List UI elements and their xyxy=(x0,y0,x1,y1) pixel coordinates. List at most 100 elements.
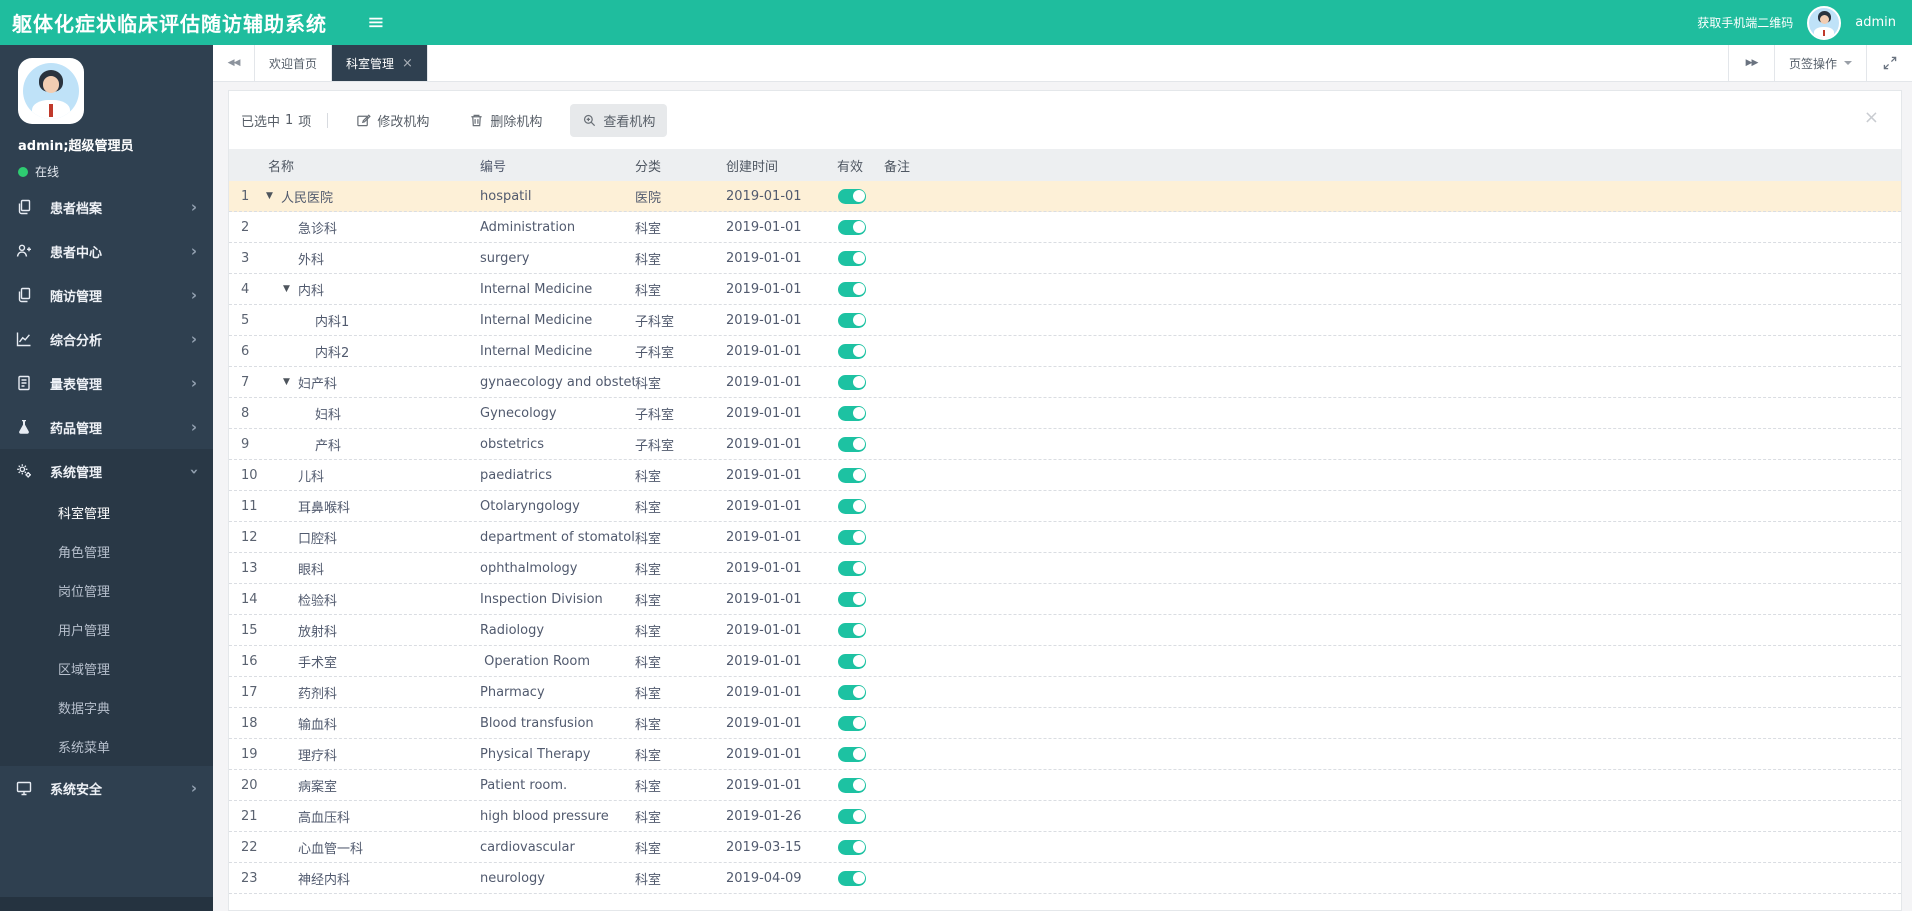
enabled-cell xyxy=(833,746,884,762)
department-name: 病案室 xyxy=(298,779,338,795)
selection-info: 已选中 1 项 xyxy=(241,111,311,130)
enabled-toggle[interactable] xyxy=(838,405,866,421)
close-tab-icon[interactable]: × xyxy=(402,57,413,70)
tab-welcome-home[interactable]: 欢迎首页 xyxy=(255,45,333,81)
department-code: Blood transfusion xyxy=(480,715,594,731)
table-row[interactable]: 13 眼科 ophthalmology 科室 2019-01-01 xyxy=(229,553,1901,584)
modify-org-button[interactable]: 修改机构 xyxy=(344,104,441,137)
tree-collapse-icon[interactable]: ▼ xyxy=(266,191,281,201)
table-row[interactable]: 5 内科1 Internal Medicine 子科室 2019-01-01 xyxy=(229,305,1901,336)
sidebar-item-region-management[interactable]: 区域管理 xyxy=(0,649,213,688)
sidebar-item-user-management[interactable]: 用户管理 xyxy=(0,610,213,649)
close-icon[interactable]: × xyxy=(1864,109,1879,127)
table-row[interactable]: 23 神经内科 neurology 科室 2019-04-09 xyxy=(229,863,1901,894)
enabled-toggle[interactable] xyxy=(838,622,866,638)
enabled-toggle[interactable] xyxy=(838,374,866,390)
row-number: 13 xyxy=(241,560,258,576)
enabled-toggle[interactable] xyxy=(838,498,866,514)
scroll-tabs-right-button[interactable]: ▶▶ xyxy=(1727,45,1774,81)
enabled-toggle[interactable] xyxy=(838,529,866,545)
sidebar-group-patient-files: 患者档案 › xyxy=(0,185,213,229)
scroll-tabs-left-button[interactable]: ◀◀ xyxy=(213,45,255,81)
table-header: 名称 编号 分类 创建时间 有效 备注 xyxy=(229,149,1901,181)
sidebar-item-comprehensive-analysis[interactable]: 综合分析 › xyxy=(0,317,213,361)
view-org-button[interactable]: 查看机构 xyxy=(570,103,668,137)
department-code: hospatil xyxy=(480,188,532,204)
sidebar-item-data-dictionary[interactable]: 数据字典 xyxy=(0,688,213,727)
tab-operations-dropdown[interactable]: 页签操作 xyxy=(1773,45,1866,81)
table-row[interactable]: 2 急诊科 Administration 科室 2019-01-01 xyxy=(229,212,1901,243)
table-row[interactable]: 7▼妇产科gynaecology and obstetrics科室2019-01… xyxy=(229,367,1901,398)
tab-department-management[interactable]: 科室管理 × xyxy=(332,45,428,81)
row-number: 1 xyxy=(241,188,250,204)
table-row[interactable]: 18 输血科 Blood transfusion 科室 2019-01-01 xyxy=(229,708,1901,739)
table-row[interactable]: 3 外科 surgery 科室 2019-01-01 xyxy=(229,243,1901,274)
enabled-toggle[interactable] xyxy=(838,653,866,669)
enabled-toggle[interactable] xyxy=(838,591,866,607)
sidebar-item-scale-management[interactable]: 量表管理 › xyxy=(0,361,213,405)
table-row[interactable]: 1 ▼ 人民医院 hospatil 医院 2019-01-01 xyxy=(229,181,1901,212)
table-row[interactable]: 15 放射科 Radiology 科室 2019-01-01 xyxy=(229,615,1901,646)
enabled-cell xyxy=(833,250,884,266)
get-qr-code-link[interactable]: 获取手机端二维码 xyxy=(1697,14,1793,31)
table-row[interactable]: 20 病案室 Patient room. 科室 2019-01-01 xyxy=(229,770,1901,801)
sidebar-toggle-icon[interactable]: ≡ xyxy=(367,12,385,33)
sidebar-item-drug-management[interactable]: 药品管理 › xyxy=(0,405,213,449)
department-name: 外科 xyxy=(298,252,325,268)
enabled-cell xyxy=(833,653,884,669)
delete-org-button[interactable]: 删除机构 xyxy=(457,104,554,137)
tree-collapse-icon[interactable]: ▼ xyxy=(283,284,298,294)
table-row[interactable]: 9 产科 obstetrics 子科室 2019-01-01 xyxy=(229,429,1901,460)
table-row[interactable]: 8 妇科 Gynecology 子科室 2019-01-01 xyxy=(229,398,1901,429)
sidebar-item-patient-files[interactable]: 患者档案 › xyxy=(0,185,213,229)
sidebar-item-label: 患者档案 xyxy=(50,201,103,217)
name-cell: 妇科 xyxy=(266,404,480,423)
table-row[interactable]: 4 ▼ 内科 Internal Medicine 科室 2019-01-01 xyxy=(229,274,1901,305)
enabled-toggle[interactable] xyxy=(838,715,866,731)
sidebar-item-post-management[interactable]: 岗位管理 xyxy=(0,571,213,610)
table-row[interactable]: 22 心血管一科 cardiovascular 科室 2019-03-15 xyxy=(229,832,1901,863)
enabled-toggle[interactable] xyxy=(838,684,866,700)
enabled-toggle[interactable] xyxy=(838,560,866,576)
user-avatar[interactable] xyxy=(1807,5,1842,40)
table-row[interactable]: 19 理疗科 Physical Therapy 科室 2019-01-01 xyxy=(229,739,1901,770)
enabled-toggle[interactable] xyxy=(838,250,866,266)
enabled-toggle[interactable] xyxy=(838,870,866,886)
enabled-toggle[interactable] xyxy=(838,312,866,328)
enabled-toggle[interactable] xyxy=(838,467,866,483)
sidebar-item-followup-management[interactable]: 随访管理 › xyxy=(0,273,213,317)
name-cell: 高血压科 xyxy=(266,807,480,826)
sidebar-item-patient-center[interactable]: 患者中心 › xyxy=(0,229,213,273)
table-row[interactable]: 17 药剂科 Pharmacy 科室 2019-01-01 xyxy=(229,677,1901,708)
sidebar-item-label: 患者中心 xyxy=(50,245,103,261)
enabled-toggle[interactable] xyxy=(838,746,866,762)
enabled-toggle[interactable] xyxy=(838,839,866,855)
table-row[interactable]: 10 儿科 paediatrics 科室 2019-01-01 xyxy=(229,460,1901,491)
tree-collapse-icon[interactable]: ▼ xyxy=(283,377,298,387)
row-number: 14 xyxy=(241,591,258,607)
sidebar-item-system-management[interactable]: 系统管理 › xyxy=(0,449,213,493)
table-row[interactable]: 11 耳鼻喉科 Otolaryngology 科室 2019-01-01 xyxy=(229,491,1901,522)
table-row[interactable]: 6 内科2 Internal Medicine 子科室 2019-01-01 xyxy=(229,336,1901,367)
table-row[interactable]: 21 高血压科 high blood pressure 科室 2019-01-26 xyxy=(229,801,1901,832)
sidebar-item-role-management[interactable]: 角色管理 xyxy=(0,532,213,571)
enabled-toggle[interactable] xyxy=(838,281,866,297)
enabled-toggle[interactable] xyxy=(838,436,866,452)
department-code: department of stomatology xyxy=(480,529,635,545)
enabled-toggle[interactable] xyxy=(838,777,866,793)
enabled-toggle[interactable] xyxy=(838,808,866,824)
sidebar-item-system-menu[interactable]: 系统菜单 xyxy=(0,727,213,766)
fullscreen-button[interactable] xyxy=(1866,45,1912,81)
table-row[interactable]: 16 手术室 Operation Room 科室 2019-01-01 xyxy=(229,646,1901,677)
search-icon xyxy=(582,113,597,128)
header-cell: 有效 xyxy=(837,159,864,175)
table-row[interactable]: 14 检验科 Inspection Division 科室 2019-01-01 xyxy=(229,584,1901,615)
sidebar-item-system-security[interactable]: 系统安全 › xyxy=(0,766,213,810)
sidebar-item-department-management[interactable]: 科室管理 xyxy=(0,493,213,532)
enabled-toggle[interactable] xyxy=(838,219,866,235)
enabled-toggle[interactable] xyxy=(838,343,866,359)
enabled-toggle[interactable] xyxy=(838,188,866,204)
table-row[interactable]: 12 口腔科 department of stomatology科室 2019-01-… xyxy=(229,522,1901,553)
flask-icon xyxy=(16,419,34,435)
department-name: 内科2 xyxy=(315,345,350,361)
